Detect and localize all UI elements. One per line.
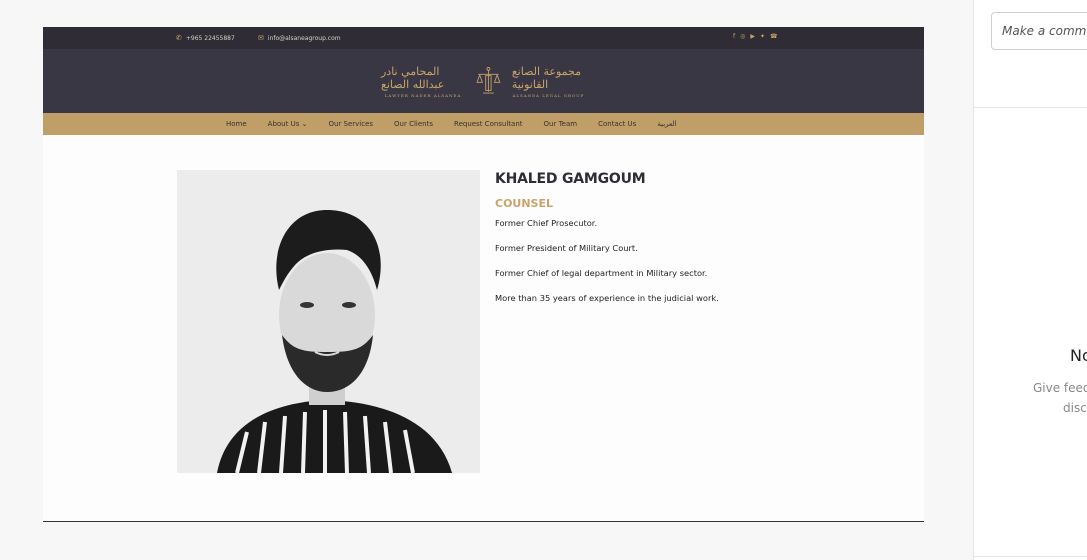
preview-canvas: ✆ +965 22455887 ✉ info@alsaneagroup.com … [0,0,973,560]
nav-item-arabic[interactable]: العربية [657,120,676,128]
profile-name: KHALED GAMGOUM [495,171,646,187]
twitter-icon[interactable]: ✦ [760,33,765,40]
nav-item-about-us[interactable]: About Us ⌄ [268,120,308,128]
panel-bottom-divider [974,556,1087,557]
youtube-icon[interactable]: ▶ [750,33,755,40]
phone-number: +965 22455887 [185,34,235,42]
whatsapp-icon[interactable]: ☎ [770,33,777,40]
facebook-icon[interactable]: f [733,33,735,40]
profile-info: KHALED GAMGOUM COUNSEL Former Chief Pros… [495,171,719,318]
nav-item-our-clients[interactable]: Our Clients [394,120,433,128]
nav-item-request-consultant[interactable]: Request Consultant [454,120,523,128]
profile-bullets: Former Chief Prosecutor. Former Presiden… [495,218,719,303]
logo-left-text: المحامي نادر عبدالله الصانع LAWYER NADER… [381,64,462,98]
bullet-item: Former Chief Prosecutor. [495,218,598,228]
phone-icon: ✆ [176,34,182,42]
instagram-icon[interactable]: ◎ [740,33,745,40]
nav-item-our-services[interactable]: Our Services [328,120,373,128]
page-frame: ✆ +965 22455887 ✉ info@alsaneagroup.com … [43,27,924,522]
social-links: f ◎ ▶ ✦ ☎ [733,33,778,40]
bullet-item: Former President of Military Court. [495,243,638,253]
site-logo[interactable]: المحامي نادر عبدالله الصانع LAWYER NADER… [381,55,585,107]
main-nav: Home About Us ⌄ Our Services Our Clients… [43,113,924,135]
logo-right-text: مجموعة الصانع القانونية ALSANEA LEGAL GR… [511,64,585,98]
email-address: info@alsaneagroup.com [267,34,341,42]
top-bar: ✆ +965 22455887 ✉ info@alsaneagroup.com … [43,27,924,49]
profile-role: COUNSEL [495,197,554,210]
bullet-item: Former Chief of legal department in Mili… [495,268,708,278]
nav-item-contact-us[interactable]: Contact Us [598,120,636,128]
panel-divider [974,107,1087,108]
nav-item-our-team[interactable]: Our Team [544,120,578,128]
phone-contact[interactable]: ✆ +965 22455887 [176,34,235,42]
scales-of-justice-icon [476,67,501,94]
empty-state-text: Give feed discu [1033,381,1087,415]
comment-input[interactable]: Make a comment [991,12,1087,50]
bullet-item: More than 35 years of experience in the … [495,293,719,303]
email-contact[interactable]: ✉ info@alsaneagroup.com [258,34,341,42]
logo-band: المحامي نادر عبدالله الصانع LAWYER NADER… [43,49,924,113]
profile-photo [177,170,480,473]
mail-icon: ✉ [258,34,264,42]
comments-panel: Make a comment No Give feed discu [973,0,1087,560]
nav-item-home[interactable]: Home [226,120,247,128]
empty-state-title: No [1070,346,1087,365]
